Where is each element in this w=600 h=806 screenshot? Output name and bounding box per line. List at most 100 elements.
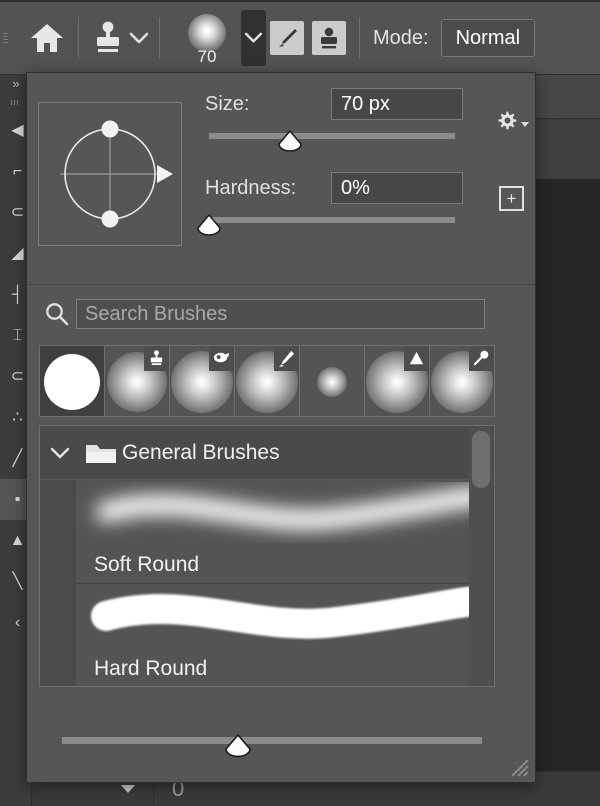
brush-tip-thumbnail [317, 367, 347, 398]
brush-items: Soft Round Hard Round [40, 480, 494, 686]
spot-healing-brush-tool-icon: ∴ [12, 408, 23, 426]
brush-preview-button[interactable]: 70 [179, 9, 235, 67]
brush-preset-picker: Size: 70 px Hardness: 0% + Search Brushe… [26, 72, 536, 783]
search-input[interactable]: Search Brushes [76, 299, 485, 329]
divider [78, 17, 79, 59]
quick-selection-tool-icon: ◢ [11, 244, 24, 262]
size-slider-thumb[interactable] [277, 130, 303, 152]
brush-list-item[interactable]: Hard Round [76, 584, 480, 686]
size-label: Size: [205, 92, 250, 115]
brush-list-scroll-thumb[interactable] [472, 431, 490, 488]
healing-icon [213, 352, 230, 363]
brush-tip-angle-control[interactable] [38, 102, 182, 246]
brush-stroke-preview [76, 482, 480, 550]
hard-round-tip[interactable] [40, 346, 105, 416]
clone-source-panel-icon [321, 27, 337, 49]
slider-thumb-icon [197, 214, 221, 236]
hardness-row: Hardness: 0% [205, 171, 471, 205]
rectangular-marquee-tool-icon: ⌐ [12, 162, 23, 180]
picker-options-menu-button[interactable] [495, 108, 529, 134]
brush-panel-icon [274, 25, 297, 47]
magnifier-icon [473, 350, 489, 366]
gear-icon [498, 111, 517, 130]
angle-roundness-icon [60, 120, 173, 228]
home-icon [31, 24, 63, 52]
hardness-input[interactable]: 0% [331, 172, 463, 204]
active-tool-button[interactable] [88, 16, 128, 60]
search-placeholder: Search Brushes [85, 302, 228, 325]
small-soft-round-tip[interactable] [300, 346, 365, 416]
stamp-icon [150, 350, 163, 365]
frame-tool-icon: ⌶ [12, 326, 23, 344]
lasso-tool-icon: ⊂ [10, 203, 25, 221]
recent-brush-tips-strip [39, 345, 495, 417]
size-hardness-controls: Size: 70 px Hardness: 0% [197, 87, 471, 249]
soft-round-brush-tip[interactable] [235, 346, 300, 416]
slider-thumb-icon [278, 130, 302, 152]
gradient-tool-icon: ╲ [12, 572, 23, 590]
brush-list-scrollbar[interactable] [469, 427, 493, 686]
blend-mode-select[interactable]: Normal [440, 19, 536, 57]
divider [159, 17, 160, 59]
tip-shape-section: Size: 70 px Hardness: 0% + [27, 73, 535, 285]
tip-badge [404, 346, 429, 371]
size-slider[interactable] [209, 127, 455, 165]
thumbnail-size-slider[interactable] [27, 716, 535, 782]
chevron-down-icon [244, 32, 263, 43]
plus-square-icon: + [506, 189, 517, 208]
search-row: Search Brushes [27, 285, 535, 343]
size-slider-track [209, 133, 455, 139]
soft-round-dodge-tip[interactable] [430, 346, 494, 416]
move-tool-icon: ◀ [11, 121, 24, 139]
status-triangle-icon [121, 785, 135, 793]
tip-badge [209, 346, 234, 371]
brush-tool-icon: ╱ [12, 449, 23, 467]
soft-round-clone-tip[interactable] [105, 346, 170, 416]
hardness-slider[interactable] [197, 211, 455, 249]
soft-round-eraser-tip[interactable] [365, 346, 430, 416]
brush-tip-preview-icon [188, 13, 226, 52]
size-row: Size: 70 px [205, 87, 471, 121]
create-new-preset-button[interactable]: + [499, 186, 524, 211]
group-expand-toggle[interactable] [40, 446, 80, 460]
tip-badge [144, 346, 169, 371]
size-input[interactable]: 70 px [331, 88, 463, 120]
eraser-tool-icon: ▲ [9, 531, 26, 549]
clone-source-panel-toggle[interactable] [308, 16, 350, 60]
home-button[interactable] [25, 16, 69, 60]
blur-tool-icon: ‹ [14, 613, 21, 631]
options-bar-grip[interactable] [0, 2, 11, 74]
clone-stamp-tool-icon: ▪ [14, 490, 21, 508]
hardness-label: Hardness: [205, 176, 297, 199]
tool-preset-dropdown[interactable] [128, 16, 150, 60]
blend-mode-value: Normal [455, 26, 521, 49]
folder-icon [86, 444, 116, 463]
brush-preset-picker-toggle[interactable] [241, 10, 266, 66]
chevron-down-icon [129, 32, 149, 43]
panel-resize-grip[interactable] [508, 756, 530, 778]
eyedropper-tool-icon: ⊂ [10, 367, 25, 385]
brush-tip-thumbnail [44, 354, 100, 411]
brush-group-header[interactable]: General Brushes [40, 426, 494, 480]
brush-stroke-preview [76, 586, 480, 654]
brush-settings-panel-toggle[interactable] [266, 16, 308, 60]
resize-grip-icon [511, 759, 529, 777]
group-title: General Brushes [122, 440, 280, 464]
stroke-svg [91, 586, 480, 639]
chevron-down-icon [50, 447, 70, 458]
blend-mode-label: Mode: [373, 26, 429, 49]
brush-item-name: Soft Round [94, 553, 200, 576]
crop-tool-icon: ┤ [11, 285, 24, 303]
divider [359, 17, 360, 59]
tip-badge [274, 346, 299, 371]
hardness-slider-thumb[interactable] [196, 214, 222, 236]
stroke-svg [96, 486, 480, 530]
tip-badge [469, 346, 494, 371]
slider-thumb-icon [225, 734, 252, 758]
thumbnail-size-slider-track [62, 737, 482, 744]
brush-list-item[interactable]: Soft Round [76, 480, 480, 584]
soft-round-healing-tip[interactable] [170, 346, 235, 416]
thumbnail-size-slider-thumb[interactable] [224, 734, 252, 758]
options-bar: 70 Mode: Normal [0, 0, 600, 75]
clone-stamp-icon [97, 21, 119, 52]
